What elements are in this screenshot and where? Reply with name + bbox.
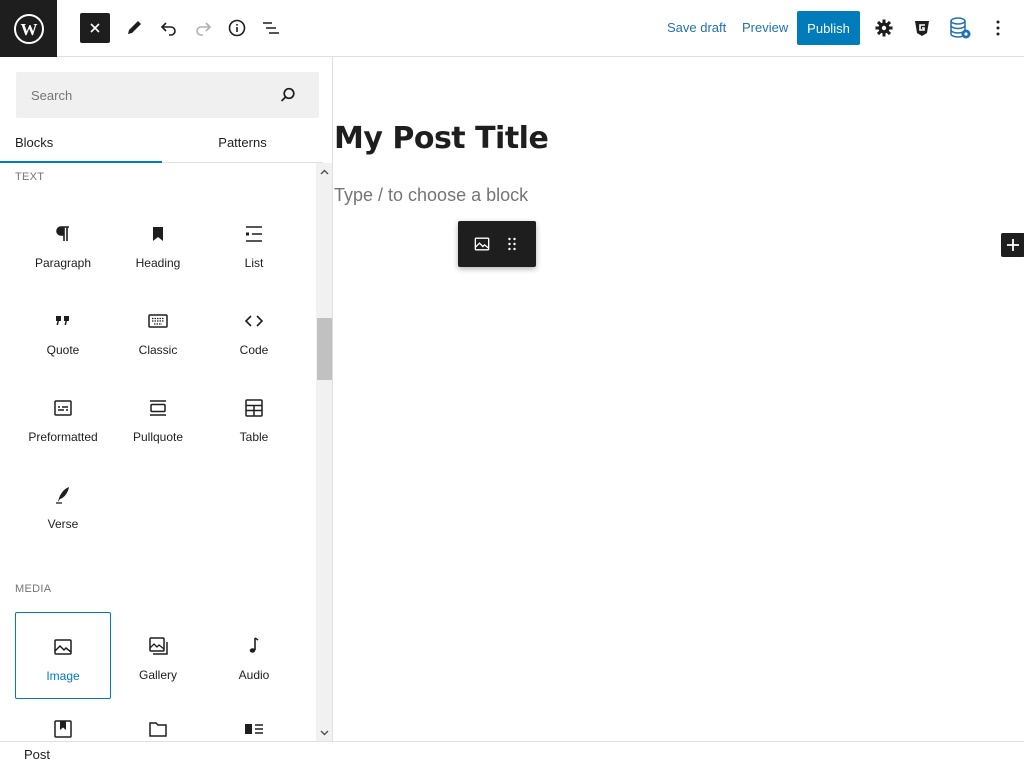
block-search — [16, 72, 319, 118]
block-label: Pullquote — [132, 430, 184, 444]
block-label: Audio — [238, 668, 270, 682]
block-label: Verse — [47, 517, 79, 531]
block-label: List — [244, 256, 264, 270]
heading-icon — [153, 227, 163, 241]
tab-blocks[interactable]: Blocks — [0, 129, 162, 163]
block-item-classic[interactable]: Classic — [110, 287, 206, 374]
keyboard-icon — [148, 314, 168, 328]
block-item-heading[interactable]: Heading — [110, 200, 206, 287]
block-label: Heading — [135, 256, 181, 270]
undo-button[interactable] — [153, 12, 185, 44]
block-item-file[interactable] — [110, 699, 206, 741]
list-icon — [246, 226, 262, 242]
inserter-scrollbar[interactable] — [316, 163, 332, 741]
plugin-button[interactable] — [906, 12, 938, 44]
save-draft-button[interactable]: Save draft — [667, 20, 726, 35]
block-label: Quote — [46, 343, 80, 357]
block-item-quote[interactable]: Quote — [15, 287, 111, 374]
tab-patterns[interactable]: Patterns — [162, 129, 323, 163]
block-item-table[interactable]: Table — [206, 374, 302, 461]
section-title-media: MEDIA — [15, 583, 52, 595]
gear-icon — [875, 19, 893, 37]
post-title[interactable]: My Post Title — [334, 121, 549, 156]
redo-button[interactable] — [187, 12, 219, 44]
quote-icon — [56, 316, 69, 325]
breadcrumb-post[interactable]: Post — [24, 747, 50, 762]
list-view-icon — [263, 22, 279, 34]
block-item-image[interactable]: Image — [15, 612, 111, 699]
block-label: Paragraph — [34, 256, 92, 270]
chevron-down-icon — [320, 730, 329, 735]
table-icon — [245, 399, 263, 417]
block-type-button[interactable] — [470, 232, 494, 256]
block-item-gallery[interactable]: Gallery — [110, 612, 206, 699]
editor-header: W Save draft Preview Publish — [0, 0, 1024, 57]
media-text-icon — [245, 724, 263, 734]
block-item-verse[interactable]: Verse — [15, 461, 111, 548]
redo-icon — [196, 22, 212, 36]
block-item-pullquote[interactable]: Pullquote — [110, 374, 206, 461]
wordpress-logo-button[interactable]: W — [0, 0, 57, 57]
publish-button[interactable]: Publish — [797, 11, 860, 45]
block-item-audio[interactable]: Audio — [206, 612, 302, 699]
svg-text:W: W — [20, 20, 37, 39]
block-label: Classic — [138, 343, 178, 357]
cover-icon — [54, 720, 72, 738]
gallery-icon — [149, 637, 168, 655]
shield-g-icon — [915, 21, 929, 36]
drag-handle[interactable] — [500, 232, 524, 256]
add-block-button[interactable] — [1001, 233, 1024, 257]
block-search-input[interactable] — [16, 72, 276, 118]
block-label: Table — [239, 430, 269, 444]
block-item-list[interactable]: List — [206, 200, 302, 287]
scroll-down-arrow[interactable] — [316, 724, 332, 741]
chevron-up-icon — [320, 169, 329, 174]
preview-button[interactable]: Preview — [742, 20, 788, 35]
block-breadcrumb-bar: Post — [0, 741, 1024, 764]
close-icon — [90, 23, 100, 33]
info-icon — [228, 19, 246, 37]
block-toolbar — [458, 221, 536, 267]
scroll-thumb[interactable] — [317, 318, 332, 380]
image-icon — [54, 639, 72, 655]
block-item-media-text[interactable] — [206, 699, 302, 741]
code-icon — [244, 315, 264, 327]
block-label: Image — [46, 669, 80, 683]
settings-button[interactable] — [868, 12, 900, 44]
block-item-cover[interactable] — [15, 699, 111, 741]
more-vertical-icon — [996, 20, 1000, 36]
block-item-paragraph[interactable]: Paragraph — [15, 200, 111, 287]
database-icon — [950, 17, 971, 39]
folder-icon — [149, 722, 167, 737]
pencil-icon — [128, 21, 141, 34]
inserter-tabs: Blocks Patterns — [0, 129, 323, 163]
paragraph-icon — [56, 226, 69, 241]
close-inserter-button[interactable] — [80, 13, 110, 43]
drag-handle-icon — [508, 237, 516, 251]
scroll-up-arrow[interactable] — [316, 163, 332, 180]
verse-icon — [56, 487, 69, 504]
block-item-preformatted[interactable]: Preformatted — [15, 374, 111, 461]
database-plugin-button[interactable] — [944, 12, 976, 44]
block-appender-placeholder[interactable]: Type / to choose a block — [334, 185, 528, 206]
details-button[interactable] — [221, 12, 253, 44]
audio-icon — [249, 637, 259, 653]
block-label: Preformatted — [28, 430, 98, 444]
plus-icon — [1007, 239, 1019, 251]
block-label: Code — [239, 343, 269, 357]
options-button[interactable] — [982, 12, 1014, 44]
block-label: Gallery — [138, 668, 177, 682]
search-icon — [280, 87, 295, 102]
list-view-button[interactable] — [255, 12, 287, 44]
image-icon — [474, 237, 490, 251]
section-title-text: TEXT — [15, 171, 45, 183]
editor-canvas: My Post Title Type / to choose a block — [334, 57, 1024, 741]
tools-button[interactable] — [118, 12, 150, 44]
block-inserter-panel: Blocks Patterns TEXT Paragraph Heading L… — [0, 57, 333, 741]
block-item-code[interactable]: Code — [206, 287, 302, 374]
wordpress-logo-icon: W — [13, 13, 44, 44]
undo-icon — [160, 22, 176, 36]
pullquote-icon — [150, 400, 166, 416]
preformatted-icon — [54, 400, 72, 416]
